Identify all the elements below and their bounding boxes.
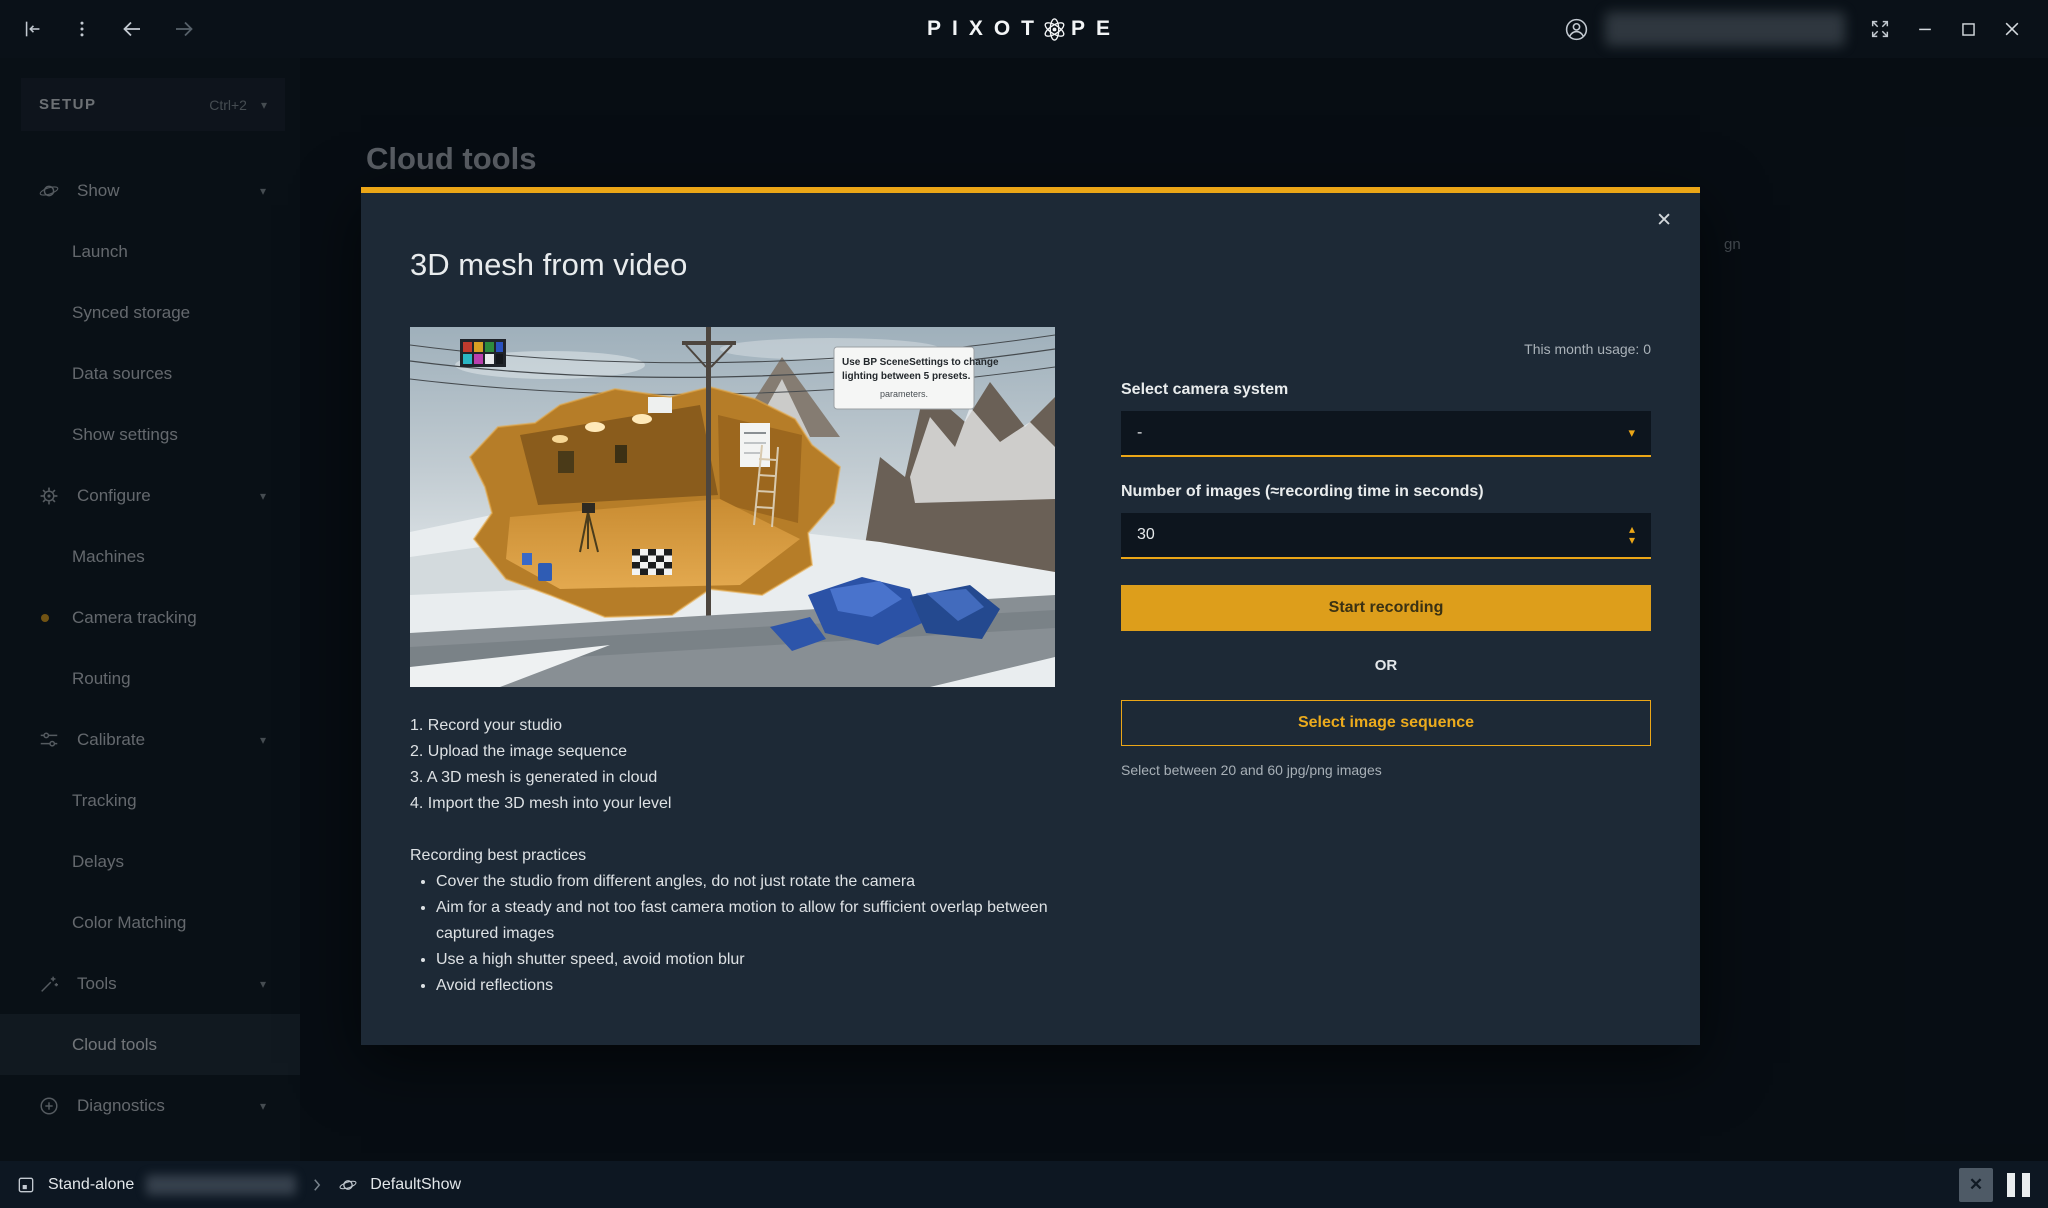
svg-text:lighting between 5 presets.: lighting between 5 presets. [842,371,971,382]
redacted-account-name[interactable] [1605,12,1845,46]
practice-item: Use a high shutter speed, avoid motion b… [436,947,1055,973]
stop-session-icon[interactable]: ✕ [1959,1168,1993,1202]
redacted-machine-name [146,1175,296,1195]
step-3: 3. A 3D mesh is generated in cloud [410,765,1055,791]
camera-system-value: - [1137,424,1142,442]
logo-text-right: PE [1071,17,1121,41]
back-arrow-icon[interactable] [120,17,144,41]
modal-title: 3D mesh from video [410,247,1651,283]
monthly-usage-label: This month usage: 0 [1121,341,1651,357]
number-of-images-input[interactable]: 30 ▴▾ [1121,513,1651,559]
best-practices-list: Cover the studio from different angles, … [410,869,1055,999]
standalone-icon [16,1175,36,1195]
current-show-selector[interactable]: DefaultShow [338,1175,461,1195]
svg-text:Use BP SceneSettings to change: Use BP SceneSettings to change [842,357,999,368]
color-chart [460,339,506,367]
step-1: 1. Record your studio [410,713,1055,739]
step-4: 4. Import the 3D mesh into your level [410,791,1055,817]
titlebar: PIXOT PE [0,0,2048,58]
fit-screen-icon[interactable] [1869,18,1891,40]
chevron-down-icon: ▾ [1628,425,1635,441]
practice-item: Cover the studio from different angles, … [436,869,1055,895]
forward-arrow-icon[interactable] [172,17,196,41]
scene-settings-sign: Use BP SceneSettings to change lighting … [834,347,999,409]
atom-icon [1041,16,1068,43]
logo-text-left: PIXOT [927,17,1045,41]
pixotope-logo: PIXOT PE [927,16,1121,43]
close-window-icon[interactable] [2002,19,2022,39]
practice-item: Avoid reflections [436,973,1055,999]
svg-text:parameters.: parameters. [880,389,928,399]
maximize-icon[interactable] [1959,20,1978,39]
practice-item: Aim for a steady and not too fast camera… [436,895,1055,947]
studio-scan-preview-image: Use BP SceneSettings to change lighting … [410,327,1055,687]
instruction-steps: 1. Record your studio 2. Upload the imag… [410,713,1055,817]
camera-system-select[interactable]: - ▾ [1121,411,1651,457]
step-2: 2. Upload the image sequence [410,739,1055,765]
kebab-menu-icon[interactable] [72,19,92,39]
number-of-images-value: 30 [1137,526,1155,544]
or-separator: OR [1121,657,1651,674]
image-count-hint: Select between 20 and 60 jpg/png images [1121,762,1651,778]
collapse-sidebar-icon[interactable] [22,18,44,40]
modal-left-column: Use BP SceneSettings to change lighting … [410,327,1055,999]
stepper-icon[interactable]: ▴▾ [1629,524,1635,546]
start-recording-button[interactable]: Start recording [1121,585,1651,631]
minimize-icon[interactable] [1915,19,1935,39]
modal-3d-mesh-from-video: ✕ 3D mesh from video [361,187,1700,1045]
camera-system-label: Select camera system [1121,381,1651,399]
chevron-right-icon [308,1176,326,1194]
show-icon [338,1175,358,1195]
account-icon[interactable] [1564,17,1589,42]
mode-label: Stand-alone [48,1176,134,1194]
close-icon[interactable]: ✕ [1656,209,1672,232]
connection-mode-selector[interactable]: Stand-alone [16,1175,296,1195]
pause-icon[interactable] [2005,1169,2032,1201]
modal-right-column: This month usage: 0 Select camera system… [1121,327,1651,999]
best-practices-title: Recording best practices [410,843,1055,869]
number-of-images-label: Number of images (≈recording time in sec… [1121,483,1651,501]
workspace: SETUP Ctrl+2 ▾ Show ▾ Launch Synced stor… [0,58,2048,1161]
statusbar: Stand-alone DefaultShow ✕ [0,1161,2048,1208]
show-name-label: DefaultShow [370,1176,461,1194]
select-image-sequence-button[interactable]: Select image sequence [1121,700,1651,746]
